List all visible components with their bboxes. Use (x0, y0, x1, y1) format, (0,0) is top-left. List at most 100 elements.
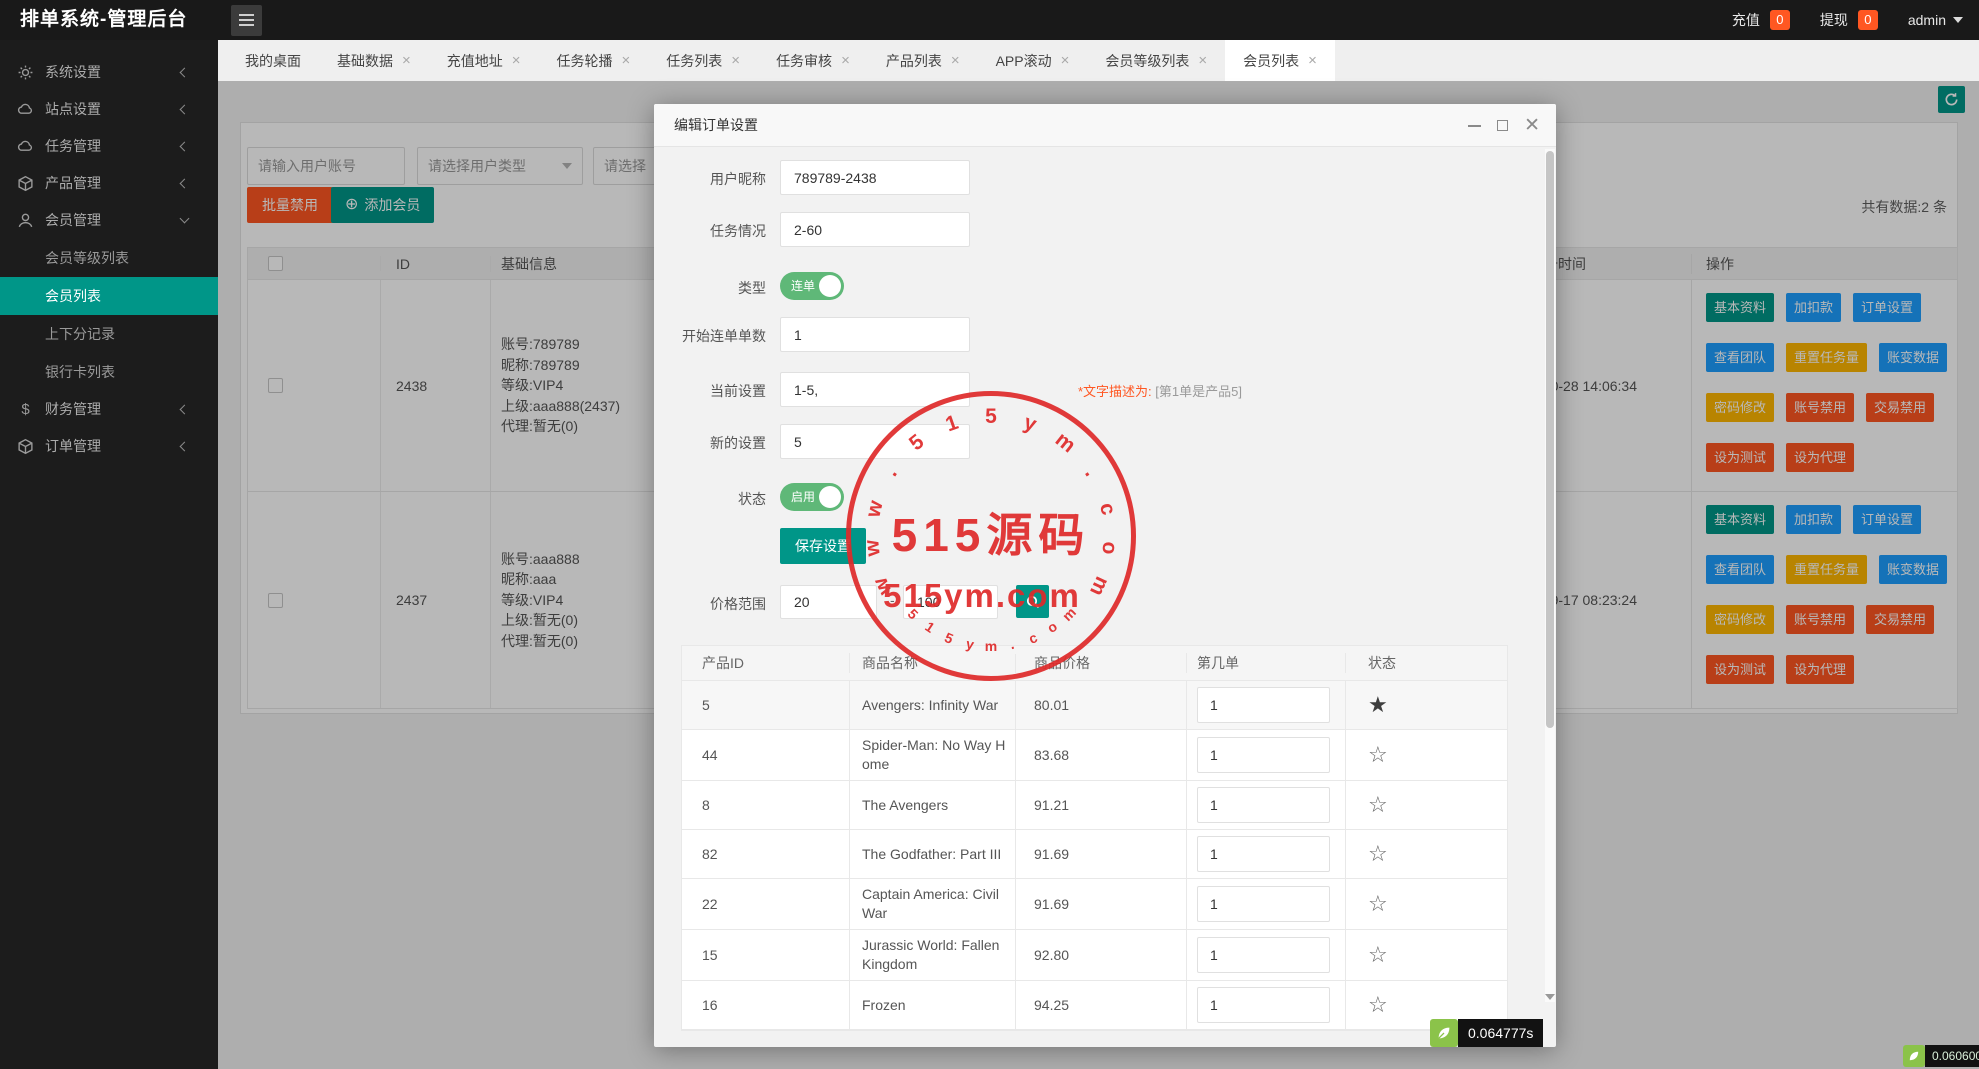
price-max-input[interactable] (903, 585, 998, 619)
order-number-input[interactable] (1197, 737, 1330, 773)
chevron-left-icon (179, 404, 190, 415)
user-menu[interactable]: admin (1908, 12, 1963, 28)
sidebar-item-产品管理[interactable]: 产品管理 (0, 165, 218, 202)
product-status-cell: ☆ (1346, 930, 1509, 980)
type-toggle[interactable]: 连单 (780, 272, 844, 300)
withdraw-label: 提现 (1819, 12, 1848, 28)
sidebar-item-财务管理[interactable]: $ 财务管理 (0, 391, 218, 428)
tab-close-icon[interactable]: × (1308, 52, 1317, 69)
watermark-arc-letter: m (1050, 427, 1080, 458)
order-number-input[interactable] (1197, 937, 1330, 973)
gear-icon (17, 64, 34, 81)
tab-close-icon[interactable]: × (402, 52, 411, 69)
scrollbar-down-arrow[interactable] (1545, 994, 1555, 1000)
tab-任务审核[interactable]: 任务审核 × (758, 40, 868, 81)
tab-会员列表[interactable]: 会员列表 × (1225, 40, 1335, 81)
star-outline-icon[interactable]: ☆ (1368, 942, 1388, 968)
render-time-badge[interactable]: 0.064777s (1430, 1019, 1544, 1047)
star-outline-icon[interactable]: ☆ (1368, 992, 1388, 1018)
modal-header[interactable]: 编辑订单设置 ✕ (654, 104, 1556, 147)
scrollbar-thumb[interactable] (1546, 151, 1554, 728)
sidebar-subitem-银行卡列表[interactable]: 银行卡列表 (0, 353, 218, 391)
modal-body: 用户昵称 任务情况 类型 连单 开始连单单数 当前设置 *文字描述为: [第1单… (654, 147, 1556, 1047)
render-time-badge-2[interactable]: 0.060600 (1903, 1045, 1979, 1067)
order-number-input[interactable] (1197, 836, 1330, 872)
tab-任务列表[interactable]: 任务列表 × (648, 40, 758, 81)
star-filled-icon[interactable]: ★ (1368, 692, 1388, 718)
sprout-icon (1438, 1027, 1450, 1039)
order-number-input[interactable] (1197, 787, 1330, 823)
modal-scrollbar[interactable] (1545, 149, 1555, 1002)
leaf-icon (1903, 1045, 1925, 1067)
watermark-arc-letter: . (1080, 463, 1104, 481)
sidebar-subitem-上下分记录[interactable]: 上下分记录 (0, 315, 218, 353)
tab-close-icon[interactable]: × (1061, 52, 1070, 69)
minimize-icon[interactable] (1468, 124, 1482, 127)
tab-产品列表[interactable]: 产品列表 × (868, 40, 978, 81)
tab-label: APP滚动 (995, 52, 1052, 69)
start-count-input[interactable] (780, 317, 970, 352)
sidebar-item-任务管理[interactable]: 任务管理 (0, 128, 218, 165)
maximize-icon[interactable] (1497, 120, 1509, 131)
sidebar-item-订单管理[interactable]: 订单管理 (0, 428, 218, 465)
tab-close-icon[interactable]: × (622, 52, 631, 69)
current-setting-input[interactable] (780, 372, 970, 407)
close-icon[interactable]: ✕ (1524, 116, 1540, 135)
sidebar: 系统设置 站点设置 任务管理产品管理会员管理会员等级列表 会员列表 上下分记录 银行卡列表… (0, 40, 218, 1069)
tab-APP滚动[interactable]: APP滚动 × (978, 40, 1088, 81)
product-id: 5 (682, 681, 850, 729)
save-settings-button[interactable]: 保存设置 (780, 528, 866, 564)
task-input[interactable] (780, 212, 970, 247)
tab-我的桌面[interactable]: 我的桌面 (218, 40, 319, 81)
price-search-button[interactable] (1016, 585, 1049, 618)
sidebar-subitem-会员等级列表[interactable]: 会员等级列表 (0, 239, 218, 277)
current-setting-label: 当前设置 (710, 383, 766, 399)
status-toggle[interactable]: 启用 (780, 483, 844, 511)
sidebar-item-会员管理[interactable]: 会员管理 (0, 202, 218, 239)
nickname-input[interactable] (780, 160, 970, 195)
product-id: 22 (682, 879, 850, 929)
tab-close-icon[interactable]: × (951, 52, 960, 69)
watermark-arc-letter: o (1097, 540, 1122, 556)
tab-close-icon[interactable]: × (841, 52, 850, 69)
watermark-arc-letter: c (1094, 500, 1120, 517)
sidebar-item-label: 订单管理 (45, 438, 101, 454)
tab-close-icon[interactable]: × (1198, 52, 1207, 69)
sidebar-subitem-会员列表[interactable]: 会员列表 (0, 277, 218, 315)
chevron-down-icon (1953, 17, 1963, 23)
price-min-input[interactable] (780, 585, 877, 619)
star-outline-icon[interactable]: ☆ (1368, 792, 1388, 818)
tab-会员等级列表[interactable]: 会员等级列表 × (1087, 40, 1225, 81)
watermark-brand: 515源码 (891, 509, 1091, 561)
nickname-label: 用户昵称 (710, 171, 766, 187)
product-header-商品名称: 商品名称 (850, 653, 1016, 673)
tab-基础数据[interactable]: 基础数据 × (319, 40, 429, 81)
tab-充值地址[interactable]: 充值地址 × (429, 40, 539, 81)
withdraw-menu[interactable]: 提现 0 (1820, 10, 1878, 30)
new-setting-label: 新的设置 (710, 435, 766, 451)
star-outline-icon[interactable]: ☆ (1368, 891, 1388, 917)
tab-close-icon[interactable]: × (512, 52, 521, 69)
star-outline-icon[interactable]: ☆ (1368, 742, 1388, 768)
topbar-right: 充值 0 提现 0 admin (1732, 0, 1963, 40)
sidebar-item-站点设置[interactable]: 站点设置 (0, 91, 218, 128)
tab-任务轮播[interactable]: 任务轮播 × (539, 40, 649, 81)
star-outline-icon[interactable]: ☆ (1368, 841, 1388, 867)
sidebar-item-系统设置[interactable]: 系统设置 (0, 54, 218, 91)
new-setting-input[interactable] (780, 424, 970, 459)
product-id: 8 (682, 781, 850, 829)
app-title: 排单系统-管理后台 (20, 9, 188, 30)
sidebar-item-label: 产品管理 (45, 175, 101, 191)
product-status-cell: ☆ (1346, 879, 1509, 929)
order-number-input[interactable] (1197, 687, 1330, 723)
tab-label: 会员等级列表 (1105, 52, 1190, 69)
product-order-cell (1187, 879, 1346, 929)
recharge-menu[interactable]: 充值 0 (1732, 10, 1790, 30)
order-number-input[interactable] (1197, 886, 1330, 922)
sidebar-item-label: 会员管理 (45, 212, 101, 228)
hamburger-menu-icon[interactable] (231, 5, 262, 36)
price-range-label: 价格范围 (710, 596, 766, 612)
order-number-input[interactable] (1197, 987, 1330, 1023)
tab-close-icon[interactable]: × (731, 52, 740, 69)
app-window: 排单系统-管理后台 充值 0 提现 0 admin 系统设置 站点设置 任务管理产品… (0, 0, 1979, 1069)
